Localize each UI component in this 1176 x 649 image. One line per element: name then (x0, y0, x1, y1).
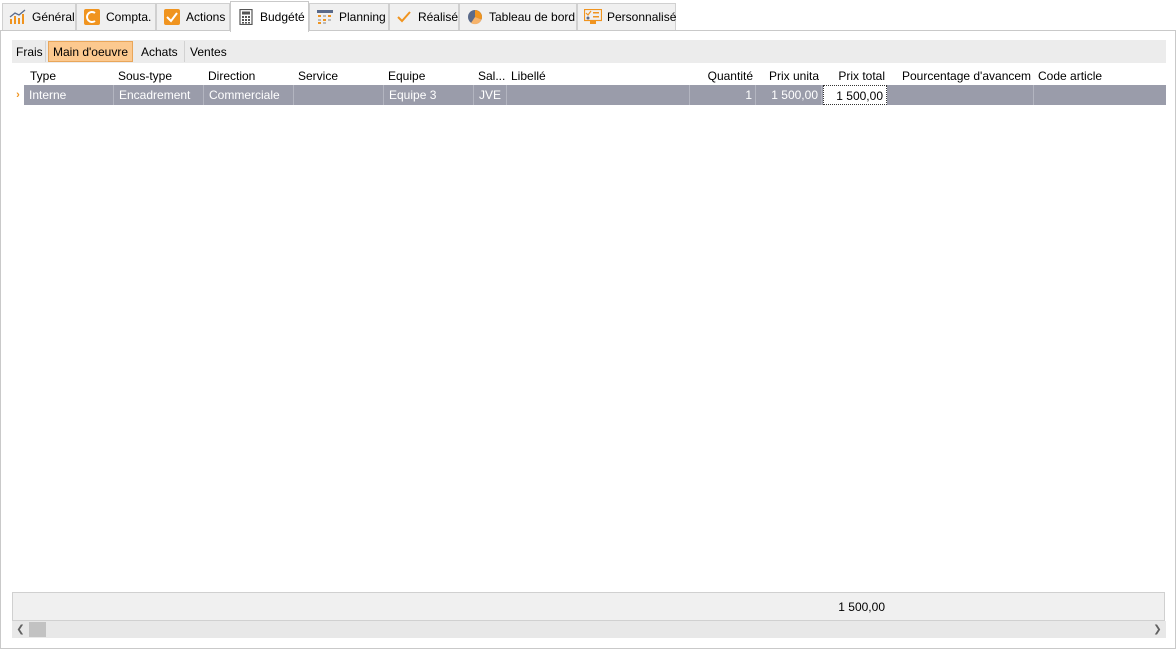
cell-prix-total[interactable]: 1 500,00 (823, 85, 887, 105)
tab-budgete[interactable]: Budgété (230, 1, 309, 32)
cell-code-article[interactable] (1034, 85, 1166, 105)
column-header-salarie[interactable]: Sal... (478, 69, 508, 85)
column-header-prix-unitaire[interactable]: Prix unita (756, 69, 819, 85)
column-header-type[interactable]: Type (30, 69, 115, 85)
column-header-code-article[interactable]: Code article (1038, 69, 1148, 85)
cell-salarie[interactable]: JVE (474, 85, 507, 105)
budget-grid: Type Sous-type Direction Service Equipe … (12, 67, 1166, 591)
tab-personnalise[interactable]: Personnalisé (577, 3, 676, 30)
tab-label: Compta. (106, 10, 152, 24)
tab-label: Personnalisé (607, 10, 677, 24)
subtab-achats[interactable]: Achats (137, 41, 185, 62)
tab-realise[interactable]: Réalisé (389, 3, 459, 30)
tab-label: Général (32, 10, 75, 24)
grid-header: Type Sous-type Direction Service Equipe … (12, 67, 1166, 85)
tab-label: Planning (339, 10, 386, 24)
table-row[interactable]: Interne Encadrement Commerciale Equipe 3… (24, 85, 1166, 105)
tab-label: Réalisé (417, 10, 458, 24)
cell-libelle[interactable] (507, 85, 690, 105)
check-icon (396, 8, 413, 26)
tab-label: Actions (186, 10, 226, 24)
cell-sous-type[interactable]: Encadrement (114, 85, 204, 105)
scroll-left-icon[interactable]: ❮ (12, 621, 29, 638)
scroll-right-icon[interactable]: ❯ (1149, 621, 1166, 638)
subtab-ventes[interactable]: Ventes (186, 41, 234, 62)
checkbox-icon (163, 8, 181, 26)
tab-label: Budgété (260, 10, 305, 24)
subtab-label: Achats (141, 44, 178, 59)
tab-compta[interactable]: Compta. (76, 3, 156, 30)
column-header-sous-type[interactable]: Sous-type (118, 69, 204, 85)
column-header-libelle[interactable]: Libellé (511, 69, 691, 85)
column-header-service[interactable]: Service (298, 69, 384, 85)
grid-footer: 1 500,00 (12, 592, 1165, 621)
personalize-icon (584, 8, 602, 26)
subtab-label: Main d'oeuvre (53, 44, 128, 59)
horizontal-scrollbar[interactable]: ❮ ❯ (12, 621, 1166, 638)
cell-equipe[interactable]: Equipe 3 (384, 85, 474, 105)
row-indicator: › (16, 89, 20, 101)
cell-service[interactable] (294, 85, 384, 105)
subtab-main-d-oeuvre[interactable]: Main d'oeuvre (48, 41, 133, 62)
pie-chart-icon (466, 8, 484, 26)
column-header-pourcentage-avancement[interactable]: Pourcentage d'avancem (902, 69, 1032, 85)
tab-planning[interactable]: Planning (309, 3, 389, 30)
column-header-quantite[interactable]: Quantité (692, 69, 753, 85)
cell-direction[interactable]: Commerciale (204, 85, 294, 105)
compta-icon (83, 8, 101, 26)
subtab-bar: Frais Main d'oeuvre Achats Ventes (12, 40, 1166, 63)
planning-icon (316, 8, 334, 26)
subtab-label: Frais (16, 44, 43, 59)
chart-icon (9, 8, 27, 26)
tab-actions[interactable]: Actions (156, 3, 230, 30)
cell-type[interactable]: Interne (24, 85, 114, 105)
prix-total-sum: 1 500,00 (838, 600, 885, 614)
main-tab-bar: Général Compta. Actions Budgété Planning… (0, 0, 1176, 32)
tab-tableau-de-bord[interactable]: Tableau de bord (459, 3, 577, 30)
tab-label: Tableau de bord (489, 10, 576, 24)
tab-general[interactable]: Général (2, 3, 76, 30)
column-header-prix-total[interactable]: Prix total (822, 69, 885, 85)
column-header-equipe[interactable]: Equipe (388, 69, 474, 85)
cell-pourcentage-avancement[interactable] (888, 85, 1034, 105)
subtab-frais[interactable]: Frais (12, 41, 46, 62)
scroll-thumb[interactable] (29, 622, 46, 637)
subtab-label: Ventes (190, 44, 227, 59)
calculator-icon (237, 8, 255, 26)
cell-quantite[interactable]: 1 (690, 85, 756, 105)
column-header-direction[interactable]: Direction (208, 69, 294, 85)
cell-prix-unitaire[interactable]: 1 500,00 (756, 85, 822, 105)
